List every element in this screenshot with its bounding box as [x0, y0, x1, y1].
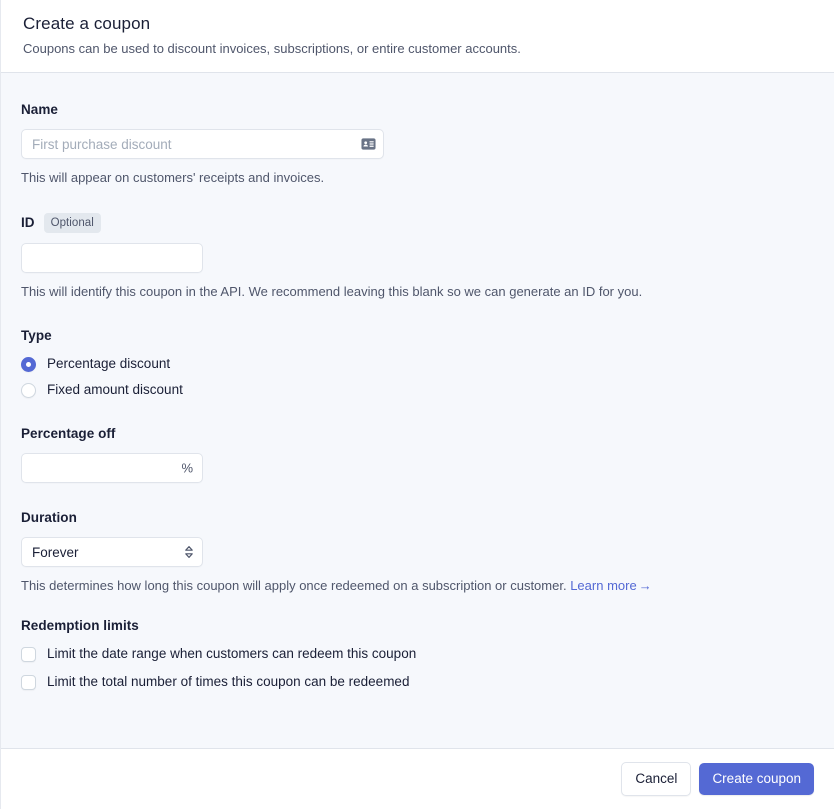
- field-group-duration: Duration Forever This determines how lon…: [21, 509, 814, 595]
- checkbox-limit-total-times-label: Limit the total number of times this cou…: [47, 674, 410, 689]
- dialog-header: Create a coupon Coupons can be used to d…: [1, 0, 834, 73]
- learn-more-link[interactable]: Learn more →: [570, 578, 651, 593]
- create-coupon-dialog: Create a coupon Coupons can be used to d…: [0, 0, 834, 809]
- percentage-off-label-text: Percentage off: [21, 426, 116, 441]
- field-group-redemption-limits: Redemption limits Limit the date range w…: [21, 617, 814, 691]
- type-label: Type: [21, 327, 814, 345]
- radio-percentage-discount-indicator[interactable]: [21, 356, 36, 372]
- radio-percentage-discount[interactable]: Percentage discount: [21, 355, 814, 373]
- checkbox-limit-total-times-indicator[interactable]: [21, 674, 36, 690]
- id-input-wrap: [21, 243, 203, 273]
- create-coupon-button[interactable]: Create coupon: [699, 763, 814, 795]
- id-label-text: ID: [21, 215, 35, 230]
- field-group-id: ID Optional This will identify this coup…: [21, 213, 814, 301]
- redemption-limits-label: Redemption limits: [21, 617, 814, 635]
- duration-select-value: Forever: [32, 544, 79, 560]
- dialog-body: Name This will appear on customers' rece…: [1, 73, 834, 748]
- duration-helper-prefix: This determines how long this coupon wil…: [21, 578, 567, 593]
- percentage-off-label: Percentage off: [21, 425, 814, 443]
- id-input[interactable]: [21, 243, 203, 273]
- checkbox-limit-total-times[interactable]: Limit the total number of times this cou…: [21, 673, 814, 691]
- type-label-text: Type: [21, 328, 52, 343]
- cancel-button[interactable]: Cancel: [621, 762, 692, 796]
- duration-select[interactable]: Forever: [21, 537, 203, 567]
- duration-label: Duration: [21, 509, 814, 527]
- percentage-off-input[interactable]: [21, 453, 203, 483]
- page-title: Create a coupon: [23, 14, 151, 33]
- learn-more-label: Learn more: [570, 578, 637, 593]
- page-subtitle: Coupons can be used to discount invoices…: [23, 41, 521, 56]
- name-helper-text: This will appear on customers' receipts …: [21, 170, 325, 185]
- field-group-type: Type Percentage discount Fixed amount di…: [21, 327, 814, 399]
- radio-fixed-amount-discount-indicator[interactable]: [21, 382, 36, 398]
- checkbox-limit-date-range-indicator[interactable]: [21, 646, 36, 662]
- name-input-wrap: [21, 129, 384, 159]
- field-group-percentage-off: Percentage off %: [21, 425, 814, 483]
- radio-fixed-amount-discount-label: Fixed amount discount: [47, 382, 183, 397]
- name-label-text: Name: [21, 102, 58, 117]
- redemption-limits-label-text: Redemption limits: [21, 618, 139, 633]
- radio-fixed-amount-discount[interactable]: Fixed amount discount: [21, 381, 814, 399]
- field-group-name: Name This will appear on customers' rece…: [21, 101, 814, 187]
- name-input[interactable]: [21, 129, 384, 159]
- arrow-right-icon: →: [638, 578, 652, 593]
- id-label: ID Optional: [21, 213, 814, 233]
- optional-badge: Optional: [43, 213, 101, 233]
- duration-label-text: Duration: [21, 510, 77, 525]
- contact-card-icon[interactable]: [361, 137, 376, 152]
- percentage-off-input-wrap: %: [21, 453, 203, 483]
- checkbox-limit-date-range[interactable]: Limit the date range when customers can …: [21, 645, 814, 663]
- duration-select-wrap: Forever: [21, 537, 203, 567]
- dialog-footer: Cancel Create coupon: [1, 748, 834, 809]
- duration-helper-text: This determines how long this coupon wil…: [21, 576, 814, 595]
- name-label: Name: [21, 101, 814, 119]
- id-helper-text: This will identify this coupon in the AP…: [21, 284, 643, 299]
- checkbox-limit-date-range-label: Limit the date range when customers can …: [47, 646, 417, 661]
- radio-percentage-discount-label: Percentage discount: [47, 356, 171, 371]
